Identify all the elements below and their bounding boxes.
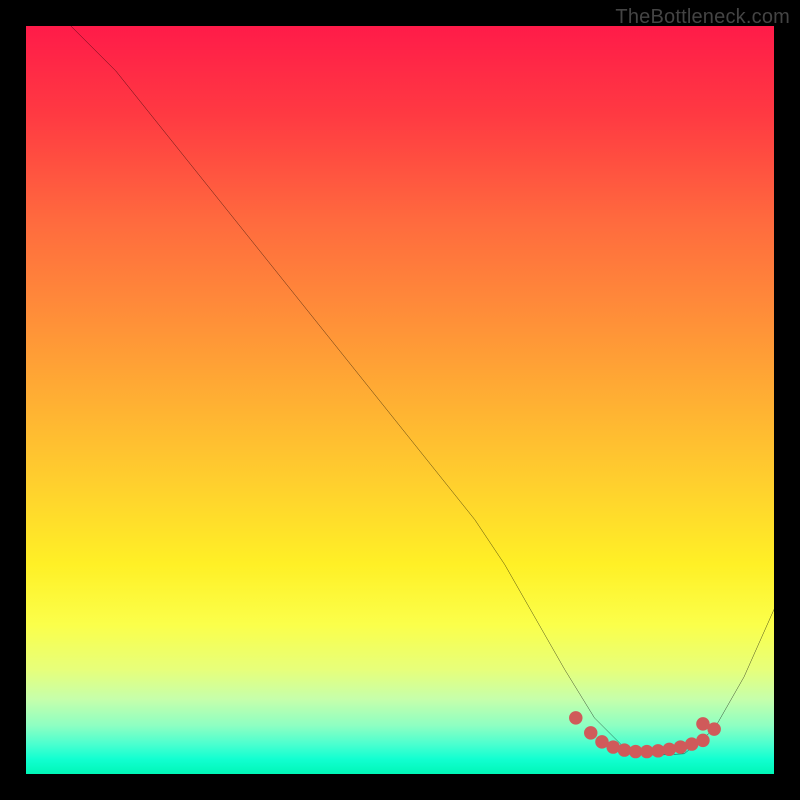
chart-marker [696,717,709,730]
chart-marker [663,743,676,756]
chart-marker [584,726,597,739]
chart-markers [26,26,774,774]
watermark-text: TheBottleneck.com [615,6,790,29]
marker-group [569,711,721,758]
chart-marker [569,711,582,724]
chart-marker [696,734,709,747]
chart-plot-area [26,26,774,774]
